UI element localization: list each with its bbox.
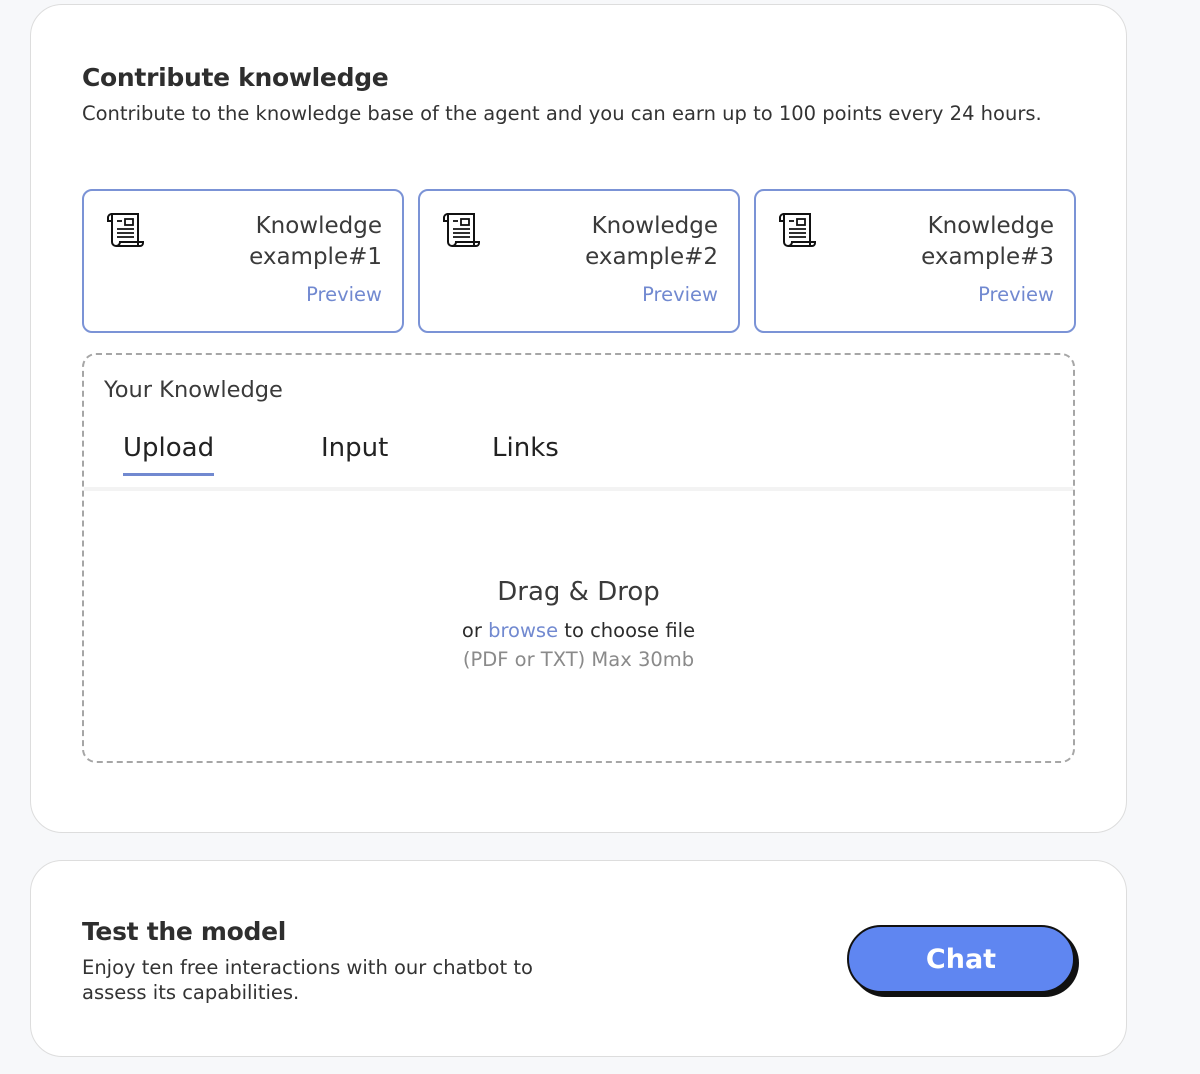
tab-input[interactable]: Input: [321, 433, 388, 473]
knowledge-example-card-3[interactable]: Knowledge example#3 Preview: [754, 189, 1076, 333]
preview-link[interactable]: Preview: [978, 283, 1054, 306]
dropzone-prefix: or: [461, 619, 482, 642]
dropzone-title: Drag & Drop: [497, 577, 660, 607]
file-dropzone[interactable]: Drag & Drop or browse to choose file (PD…: [84, 577, 1073, 671]
your-knowledge-title: Your Knowledge: [104, 377, 283, 403]
scroll-document-icon: [107, 213, 144, 247]
tab-upload[interactable]: Upload: [123, 433, 215, 476]
preview-link[interactable]: Preview: [306, 283, 382, 306]
chat-button[interactable]: Chat: [847, 925, 1075, 993]
knowledge-tabs: Upload Input Links: [84, 433, 1073, 491]
knowledge-example-title: Knowledge example#3: [921, 213, 1054, 270]
test-model-description: Enjoy ten free interactions with our cha…: [82, 956, 533, 1004]
browse-link[interactable]: browse: [488, 619, 558, 642]
your-knowledge-panel: Your Knowledge Upload Input Links Drag &…: [82, 353, 1075, 763]
knowledge-example-title: Knowledge example#1: [249, 213, 382, 270]
scroll-document-icon: [779, 213, 816, 247]
preview-link[interactable]: Preview: [642, 283, 718, 306]
scroll-document-icon: [443, 213, 480, 247]
knowledge-example-card-1[interactable]: Knowledge example#1 Preview: [82, 189, 404, 333]
tab-links[interactable]: Links: [492, 433, 559, 473]
test-model-card: Test the model Enjoy ten free interactio…: [30, 860, 1127, 1057]
contribute-card: Contribute knowledge Contribute to the k…: [30, 4, 1127, 833]
dropzone-hint: (PDF or TXT) Max 30mb: [462, 648, 695, 671]
test-model-title: Test the model: [82, 917, 287, 946]
dropzone-suffix: to choose file: [564, 619, 696, 642]
contribute-title: Contribute knowledge: [82, 63, 389, 92]
knowledge-example-card-2[interactable]: Knowledge example#2 Preview: [418, 189, 740, 333]
knowledge-examples: Knowledge example#1 Preview Knowledge ex…: [82, 189, 1076, 333]
knowledge-example-title: Knowledge example#2: [585, 213, 718, 270]
dropzone-instructions: or browse to choose file: [84, 619, 1073, 642]
contribute-description: Contribute to the knowledge base of the …: [82, 102, 1042, 125]
